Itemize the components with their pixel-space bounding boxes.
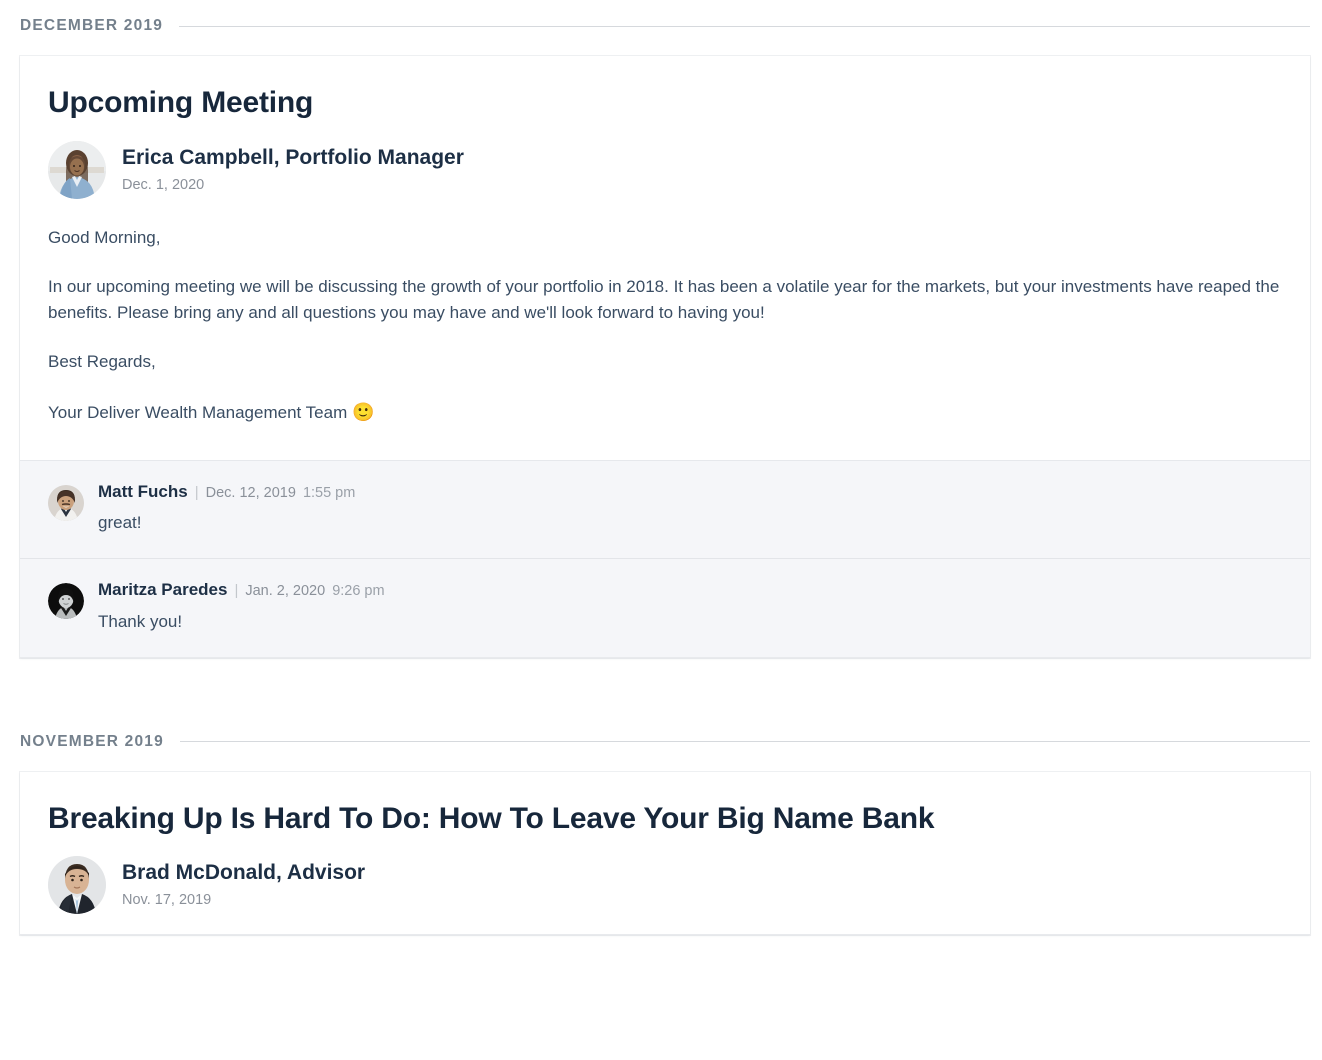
post-text: Good Morning, In our upcoming meeting we… <box>48 225 1280 426</box>
comment-content: Maritza Paredes | Jan. 2, 2020 9:26 pm T… <box>98 581 1280 633</box>
post-body: Upcoming Meeting Erica Campbell, Portfol… <box>20 56 1310 460</box>
comment-separator: | <box>194 483 199 501</box>
comment-author-name[interactable]: Maritza Paredes <box>98 581 227 598</box>
avatar-erica-campbell[interactable] <box>48 140 106 199</box>
post-body: Breaking Up Is Hard To Do: How To Leave … <box>20 771 1310 935</box>
comment-separator: | <box>234 582 239 600</box>
comment-date: Jan. 2, 2020 <box>245 583 326 600</box>
comment-time: 9:26 pm <box>332 583 385 600</box>
post-author-meta: Erica Campbell, Portfolio Manager Dec. 1… <box>122 141 464 194</box>
comment-header: Maritza Paredes | Jan. 2, 2020 9:26 pm <box>98 581 1280 599</box>
post-paragraph-main: In our upcoming meeting we will be discu… <box>48 277 1280 322</box>
post-paragraph-closing: Best Regards, <box>48 352 156 371</box>
month-rule-divider <box>179 741 1310 743</box>
comment-time: 1:55 pm <box>302 484 356 501</box>
comment-list: Matt Fuchs | Dec. 12, 2019 1:55 pm great… <box>20 459 1310 657</box>
post-author-row: Erica Campbell, Portfolio Manager Dec. 1… <box>48 140 1280 199</box>
post-paragraph-signature: Your Deliver Wealth Management Team 🙂 <box>48 399 1280 426</box>
comment-text: Thank you! <box>98 611 183 631</box>
month-rule-divider <box>179 25 1310 27</box>
comment-content: Matt Fuchs | Dec. 12, 2019 1:55 pm great… <box>98 483 1280 535</box>
signature-text: Your Deliver Wealth Management Team <box>48 402 352 422</box>
post-author-name[interactable]: Erica Campbell, Portfolio Manager <box>122 146 464 169</box>
comment-item[interactable]: Matt Fuchs | Dec. 12, 2019 1:55 pm great… <box>20 459 1310 559</box>
post-card-breaking-up-is-hard-to-do[interactable]: Breaking Up Is Hard To Do: How To Leave … <box>20 771 1310 936</box>
post-title[interactable]: Upcoming Meeting <box>48 86 1280 121</box>
month-label: DECEMBER 2019 <box>20 17 164 35</box>
comment-date: Dec. 12, 2019 <box>205 484 296 501</box>
post-card-upcoming-meeting[interactable]: Upcoming Meeting Erica Campbell, Portfol… <box>20 56 1310 658</box>
post-title[interactable]: Breaking Up Is Hard To Do: How To Leave … <box>48 802 1280 837</box>
month-separator-december: DECEMBER 2019 <box>0 12 1322 40</box>
activity-feed: DECEMBER 2019 Upcoming Meeting Erica Cam… <box>0 12 1322 936</box>
post-author-date: Dec. 1, 2020 <box>122 176 205 193</box>
smiley-face-icon: 🙂 <box>351 401 375 422</box>
avatar-maritza-paredes[interactable] <box>48 583 84 620</box>
comment-item[interactable]: Maritza Paredes | Jan. 2, 2020 9:26 pm T… <box>20 558 1310 657</box>
comment-header: Matt Fuchs | Dec. 12, 2019 1:55 pm <box>98 483 1280 501</box>
post-paragraph-greeting: Good Morning, <box>48 227 161 247</box>
post-author-name[interactable]: Brad McDonald, Advisor <box>122 861 365 884</box>
post-author-meta: Brad McDonald, Advisor Nov. 17, 2019 <box>122 856 365 909</box>
month-label: NOVEMBER 2019 <box>20 732 164 750</box>
post-author-row: Brad McDonald, Advisor Nov. 17, 2019 <box>48 856 1280 915</box>
comment-text: great! <box>98 513 142 532</box>
avatar-brad-mcdonald[interactable] <box>48 856 106 915</box>
post-author-date: Nov. 17, 2019 <box>122 892 212 909</box>
comment-author-name[interactable]: Matt Fuchs <box>98 483 188 500</box>
month-separator-november: NOVEMBER 2019 <box>0 728 1322 756</box>
avatar-matt-fuchs[interactable] <box>48 484 84 521</box>
